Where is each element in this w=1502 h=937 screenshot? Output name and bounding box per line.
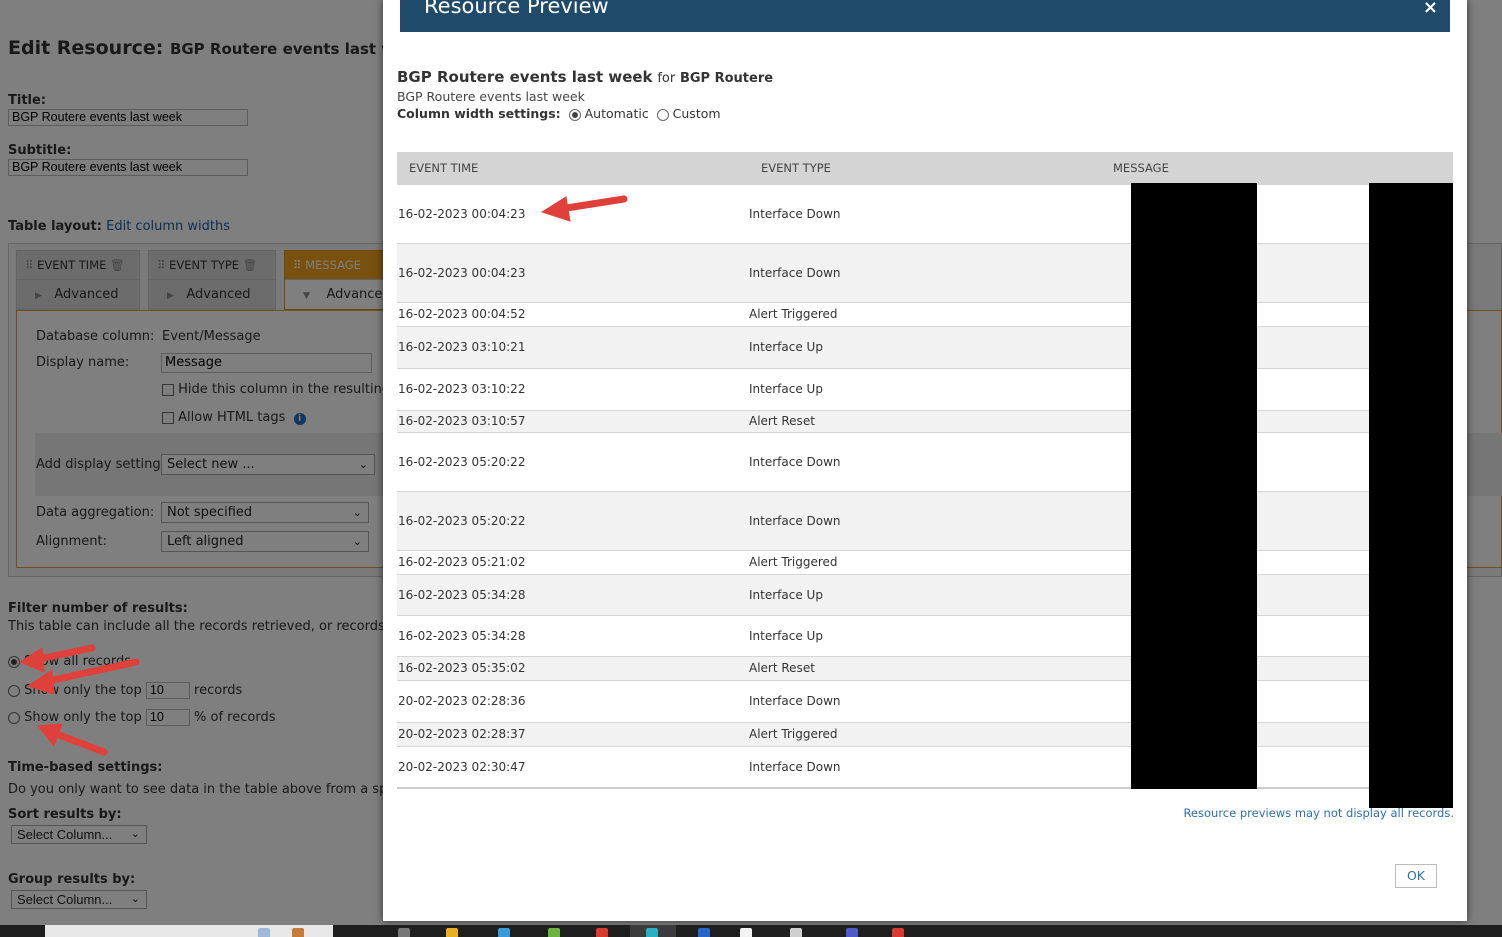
close-icon[interactable]: × <box>1423 0 1438 18</box>
header-event-time[interactable]: EVENT TIME <box>397 152 749 184</box>
cell-event-time: 16-02-2023 05:35:02 <box>397 655 749 680</box>
column-width-label: Column width settings: <box>397 106 561 121</box>
edge-icon[interactable] <box>646 928 658 937</box>
taskbar <box>0 925 1502 937</box>
folder-icon[interactable] <box>258 928 270 937</box>
resource-heading: BGP Routere events last week for BGP Rou… <box>397 68 773 86</box>
cell-event-time: 16-02-2023 05:20:22 <box>397 490 749 550</box>
resource-preview-modal: Resource Preview × BGP Routere events la… <box>383 0 1467 921</box>
cell-event-time: 16-02-2023 05:34:28 <box>397 573 749 615</box>
table-row: 20-02-2023 02:28:36Interface DownBGP-iga… <box>397 679 1453 722</box>
cell-event-time: 20-02-2023 02:28:37 <box>397 721 749 746</box>
table-row: 16-02-2023 03:10:57Alert ResetNode.gl is… <box>397 409 1453 432</box>
briefcase-icon[interactable] <box>292 928 304 937</box>
document-icon[interactable] <box>790 928 802 937</box>
custom-label: Custom <box>672 106 721 121</box>
table-row: 16-02-2023 05:34:28Interface UpBGP-enGig… <box>397 573 1453 615</box>
table-header-row: EVENT TIME EVENT TYPE MESSAGE <box>397 152 1453 184</box>
cell-event-time: 16-02-2023 03:10:57 <box>397 409 749 432</box>
cell-event-time: 16-02-2023 00:04:23 <box>397 242 749 302</box>
notepad-icon[interactable] <box>740 928 752 937</box>
custom-radio[interactable] <box>656 108 669 121</box>
taskbar-search-box[interactable] <box>45 925 333 937</box>
resource-name: BGP Routere events last week <box>397 68 653 86</box>
files-icon[interactable] <box>446 928 458 937</box>
table-row: 16-02-2023 03:10:21Interface UpBGP-enGig… <box>397 325 1453 368</box>
cell-event-time: 16-02-2023 03:10:21 <box>397 325 749 368</box>
app-icon[interactable] <box>548 928 560 937</box>
app-icon[interactable] <box>892 928 904 937</box>
table-row: 16-02-2023 03:10:22Interface UpBGP-enGig… <box>397 367 1453 410</box>
cell-event-time: 16-02-2023 03:10:22 <box>397 367 749 410</box>
store-icon[interactable] <box>498 928 510 937</box>
column-width-settings: Column width settings: Automatic Custom <box>397 106 721 121</box>
cell-event-time: 20-02-2023 02:28:36 <box>397 679 749 722</box>
cell-event-time: 20-02-2023 02:30:47 <box>397 745 749 788</box>
outlook-icon[interactable] <box>698 928 710 937</box>
table-row: 16-02-2023 00:04:23Interface DownBGP-enG… <box>397 183 1453 243</box>
app-icon[interactable] <box>398 928 410 937</box>
redaction-block <box>1369 183 1453 808</box>
resource-for: for <box>657 71 676 86</box>
modal-title: Resource Preview <box>424 0 609 18</box>
modal-header: Resource Preview × <box>400 0 1450 32</box>
table-row: 16-02-2023 05:20:22Interface DownBGP-enG… <box>397 431 1453 491</box>
header-message[interactable]: MESSAGE <box>1101 152 1453 184</box>
table-row: 20-02-2023 02:28:37Alert TriggeredNode.g… <box>397 721 1453 746</box>
teams-icon[interactable] <box>846 928 858 937</box>
preview-note: Resource previews may not display all re… <box>1183 806 1454 820</box>
cell-event-time: 16-02-2023 05:34:28 <box>397 614 749 656</box>
ok-button[interactable]: OK <box>1395 864 1437 888</box>
table-row: 16-02-2023 00:04:52Alert TriggeredNode.g… <box>397 301 1453 326</box>
resource-owner: BGP Routere <box>679 71 774 86</box>
table-row: 20-02-2023 02:30:47Interface DownBGP-iga… <box>397 745 1453 788</box>
table-row: 16-02-2023 05:21:02Alert TriggeredNode.g… <box>397 549 1453 574</box>
automatic-radio[interactable] <box>568 108 581 121</box>
cell-event-time: 16-02-2023 00:04:23 <box>397 183 749 243</box>
table-row: 16-02-2023 05:20:22Interface DownBGP-enG… <box>397 490 1453 550</box>
automatic-label: Automatic <box>584 106 649 121</box>
header-event-type[interactable]: EVENT TYPE <box>749 152 1101 184</box>
table-row: 16-02-2023 05:35:02Alert ResetNode.gl is… <box>397 655 1453 680</box>
preview-table: EVENT TIME EVENT TYPE MESSAGE 16-02-2023… <box>397 152 1453 789</box>
redaction-block <box>1131 183 1257 789</box>
cell-event-time: 16-02-2023 05:20:22 <box>397 431 749 491</box>
table-row: 16-02-2023 00:04:23Interface DownBGP-enG… <box>397 242 1453 302</box>
cell-event-time: 16-02-2023 00:04:52 <box>397 301 749 326</box>
resource-subtitle: BGP Routere events last week <box>397 89 585 104</box>
chrome-icon[interactable] <box>596 928 608 937</box>
cell-event-time: 16-02-2023 05:21:02 <box>397 549 749 574</box>
table-row: 16-02-2023 05:34:28Interface UpBGP-enGig… <box>397 614 1453 656</box>
